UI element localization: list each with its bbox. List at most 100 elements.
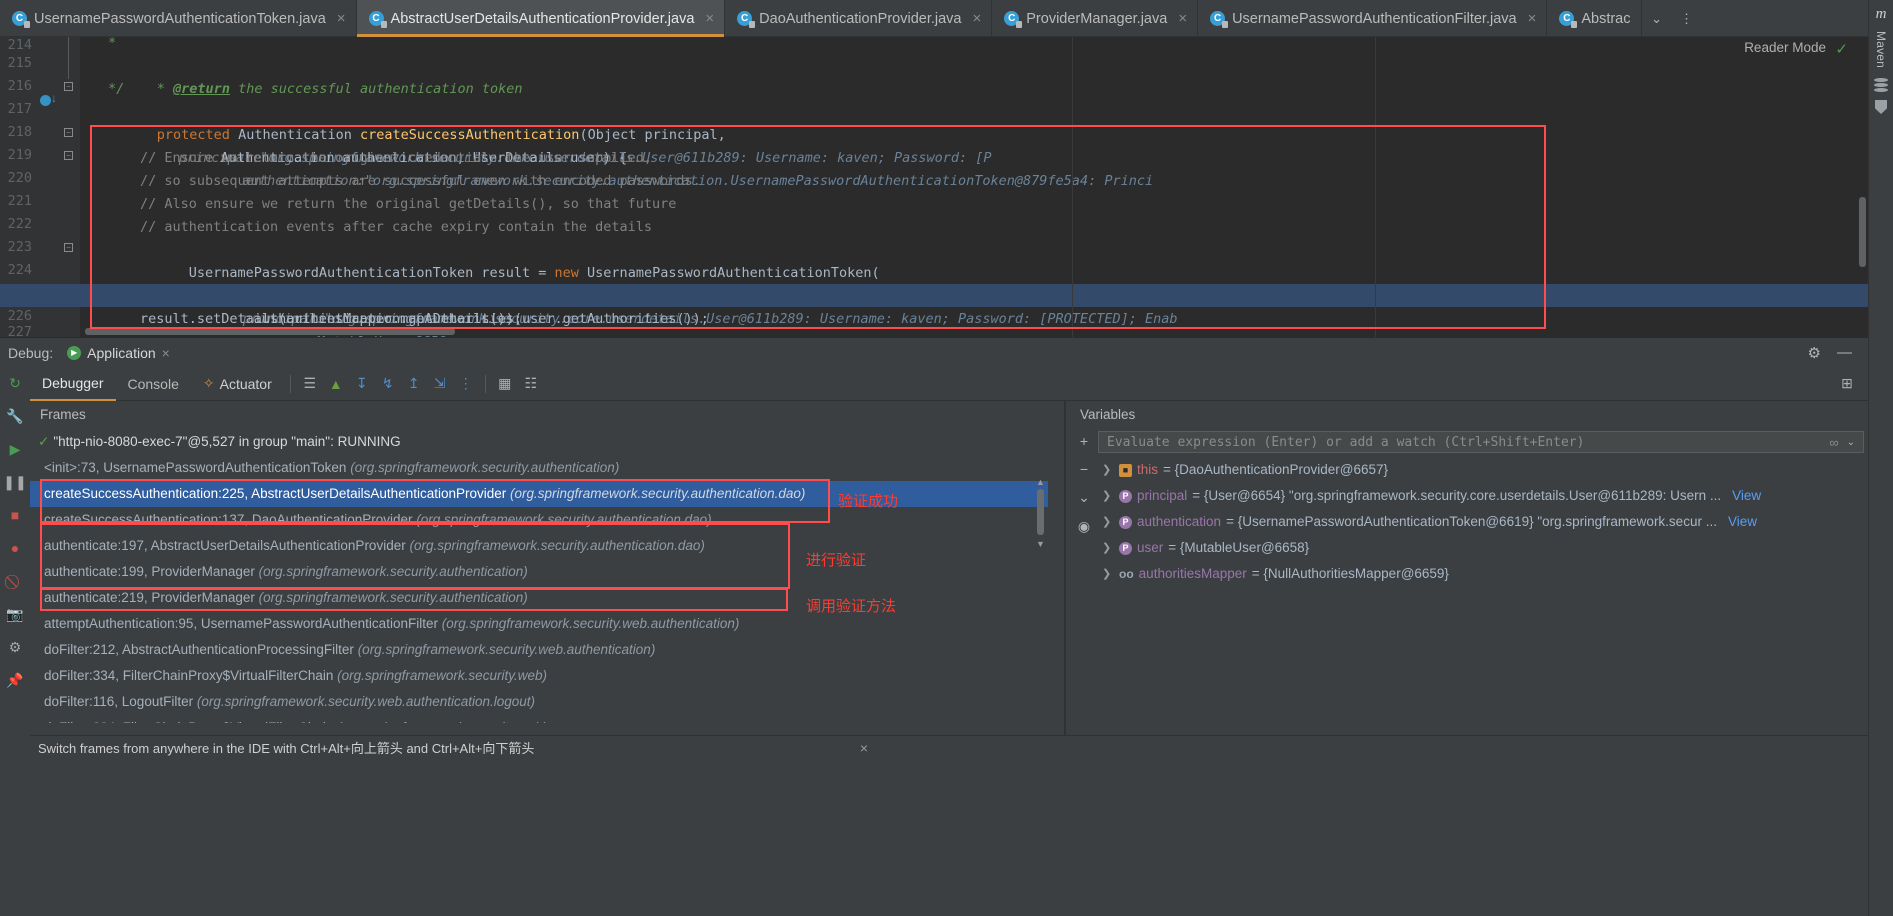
- move-down-icon[interactable]: ⌄: [1078, 489, 1090, 506]
- expand-arrow-icon[interactable]: ❯: [1102, 457, 1114, 483]
- frame-row-3[interactable]: authenticate:197, AbstractUserDetailsAut…: [30, 533, 1048, 559]
- rerun-icon[interactable]: ↻: [5, 373, 25, 393]
- minimize-icon[interactable]: —: [1837, 344, 1852, 361]
- maven-tool-label[interactable]: Maven: [1874, 31, 1888, 68]
- frames-panel-title: Frames: [30, 401, 1062, 427]
- step-over-icon[interactable]: ↧: [349, 367, 375, 401]
- inspect-eye-icon[interactable]: ◉: [1078, 518, 1090, 535]
- variable-row-this[interactable]: ❯ ■ this = {DaoAuthenticationProvider@66…: [1098, 457, 1888, 483]
- parameter-badge-icon: P: [1119, 541, 1132, 555]
- evaluate-expression-input[interactable]: Evaluate expression (Enter) or add a wat…: [1098, 431, 1864, 453]
- line-number: 221: [7, 193, 32, 209]
- expand-arrow-icon[interactable]: ❯: [1102, 535, 1114, 561]
- close-icon[interactable]: ×: [972, 10, 981, 27]
- editor-vertical-scrollbar[interactable]: [1859, 197, 1866, 267]
- variables-tree[interactable]: ❯ ■ this = {DaoAuthenticationProvider@66…: [1098, 457, 1888, 723]
- close-icon[interactable]: ×: [705, 10, 714, 27]
- frame-package: (org.springframework.security.authentica…: [258, 564, 528, 579]
- gear-icon[interactable]: ⚙: [1808, 344, 1821, 362]
- frame-row-8[interactable]: doFilter:334, FilterChainProxy$VirtualFi…: [30, 663, 1048, 689]
- list-icon[interactable]: ☰: [297, 367, 323, 401]
- tab-debugger[interactable]: Debugger: [30, 367, 116, 401]
- fold-collapse-icon[interactable]: −: [64, 128, 73, 137]
- tab-actuator[interactable]: ✧ Actuator: [191, 367, 284, 401]
- pin-icon[interactable]: 📌: [5, 670, 25, 690]
- frames-scrollbar[interactable]: [1037, 489, 1044, 535]
- fold-collapse-icon[interactable]: −: [64, 151, 73, 160]
- variable-row-authoritiesmapper[interactable]: ❯ oo authoritiesMapper = {NullAuthoritie…: [1098, 561, 1888, 587]
- panel-splitter[interactable]: [1064, 401, 1066, 749]
- code-lines[interactable]: * * @return the successful authenticatio…: [0, 37, 1868, 337]
- debugger-panels: Frames Variables ▼ ⌄ ✓"http-nio-8080-exe…: [30, 401, 1868, 749]
- maven-icon[interactable]: m: [1876, 6, 1887, 23]
- add-watch-icon[interactable]: +: [1080, 433, 1088, 449]
- editor-tab-2[interactable]: C DaoAuthenticationProvider.java ×: [725, 0, 993, 37]
- editor-tab-5[interactable]: C Abstrac: [1547, 0, 1642, 37]
- expand-arrow-icon[interactable]: ❯: [1102, 509, 1114, 535]
- close-icon[interactable]: ×: [860, 740, 868, 756]
- tab-options-icon[interactable]: ⋮: [1672, 0, 1702, 37]
- pause-program-icon[interactable]: ❚❚: [3, 472, 26, 492]
- step-out-icon[interactable]: ↥: [401, 367, 427, 401]
- editor-horizontal-scrollbar[interactable]: [85, 328, 455, 335]
- frame-row-7[interactable]: doFilter:212, AbstractAuthenticationProc…: [30, 637, 1048, 663]
- fold-collapse-icon[interactable]: −: [64, 82, 73, 91]
- tab-list-dropdown[interactable]: ⌄: [1642, 0, 1672, 37]
- inspection-ok-icon: ✓: [1835, 41, 1848, 58]
- chevron-down-icon[interactable]: ⌄: [1847, 437, 1855, 448]
- frame-row-9[interactable]: doFilter:116, LogoutFilter (org.springfr…: [30, 689, 1048, 715]
- editor-tab-label: ProviderManager.java: [1026, 10, 1168, 27]
- code-editor[interactable]: Reader Mode ✓ 214 215 216 217 218 219 22…: [0, 37, 1868, 337]
- frame-row-10[interactable]: doFilter:334, FilterChainProxy$VirtualFi…: [30, 715, 1048, 723]
- frames-list[interactable]: ✓ "http-nio-8080-exec-7"@5,527 in group "…: [30, 429, 1048, 723]
- settings-gear-icon[interactable]: ⚙: [5, 637, 25, 657]
- javadoc-return-tag[interactable]: @return: [173, 81, 230, 97]
- stop-program-icon[interactable]: ■: [5, 505, 25, 525]
- table-view-icon[interactable]: ☷: [518, 367, 544, 401]
- camera-icon[interactable]: 📷: [5, 604, 25, 624]
- editor-tab-0[interactable]: C UsernamePasswordAuthenticationToken.ja…: [0, 0, 357, 37]
- debug-session-tab[interactable]: ▶ Application ×: [67, 345, 170, 361]
- variable-value: = {DaoAuthenticationProvider@6657}: [1163, 462, 1389, 477]
- expand-arrow-icon[interactable]: ❯: [1102, 561, 1114, 587]
- scroll-down-icon[interactable]: ▼: [1035, 539, 1046, 549]
- mute-breakpoints-icon[interactable]: ⃠: [5, 571, 25, 591]
- thread-label: "http-nio-8080-exec-7"@5,527 in group "m…: [53, 434, 401, 449]
- variable-row-principal[interactable]: ❯ P principal = {User@6654} "org.springf…: [1098, 483, 1888, 509]
- run-method-gutter-icon[interactable]: [40, 92, 57, 106]
- reader-mode-label[interactable]: Reader Mode: [1744, 40, 1826, 55]
- step-into-icon[interactable]: ↯: [375, 367, 401, 401]
- layout-settings-icon[interactable]: ⊞: [1834, 367, 1860, 401]
- close-icon[interactable]: ×: [337, 10, 346, 27]
- resume-program-icon[interactable]: ▶: [5, 439, 25, 459]
- remove-watch-icon[interactable]: −: [1080, 461, 1088, 477]
- close-icon[interactable]: ×: [1178, 10, 1187, 27]
- scroll-up-icon[interactable]: ▲: [1035, 477, 1046, 487]
- settings-wrench-icon[interactable]: 🔧: [5, 406, 25, 426]
- variable-row-user[interactable]: ❯ P user = {MutableUser@6658}: [1098, 535, 1888, 561]
- expand-arrow-icon[interactable]: ❯: [1102, 483, 1114, 509]
- force-step-into-icon[interactable]: ⇲: [427, 367, 453, 401]
- fold-collapse-icon[interactable]: −: [64, 243, 73, 252]
- variable-value: = {UsernamePasswordAuthenticationToken@6…: [1226, 514, 1717, 529]
- frame-row-0[interactable]: <init>:73, UsernamePasswordAuthenticatio…: [30, 455, 1048, 481]
- frame-row-4[interactable]: authenticate:199, ProviderManager (org.s…: [30, 559, 1048, 585]
- tab-console[interactable]: Console: [116, 367, 191, 401]
- frames-thread-row[interactable]: ✓ "http-nio-8080-exec-7"@5,527 in group "…: [30, 429, 1048, 455]
- view-breakpoints-icon[interactable]: ●: [5, 538, 25, 558]
- view-link[interactable]: View: [1728, 509, 1757, 535]
- run-to-cursor-icon[interactable]: ⋮: [453, 367, 479, 401]
- infinity-icon[interactable]: ∞: [1829, 435, 1838, 450]
- view-link[interactable]: View: [1732, 483, 1761, 509]
- editor-tab-4[interactable]: C UsernamePasswordAuthenticationFilter.j…: [1198, 0, 1548, 37]
- close-icon[interactable]: ×: [162, 345, 170, 361]
- line-number: 219: [7, 147, 32, 163]
- frame-package: (org.springframework.security.web.authen…: [357, 642, 656, 657]
- evaluate-expression-icon[interactable]: ▦: [492, 367, 518, 401]
- variable-row-authentication[interactable]: ❯ P authentication = {UsernamePasswordAu…: [1098, 509, 1888, 535]
- editor-tab-3[interactable]: C ProviderManager.java ×: [992, 0, 1199, 37]
- close-icon[interactable]: ×: [1528, 10, 1537, 27]
- chart-icon[interactable]: ▲: [323, 367, 349, 401]
- database-icon[interactable]: [1874, 78, 1888, 94]
- editor-tab-1[interactable]: C AbstractUserDetailsAuthenticationProvi…: [356, 0, 726, 37]
